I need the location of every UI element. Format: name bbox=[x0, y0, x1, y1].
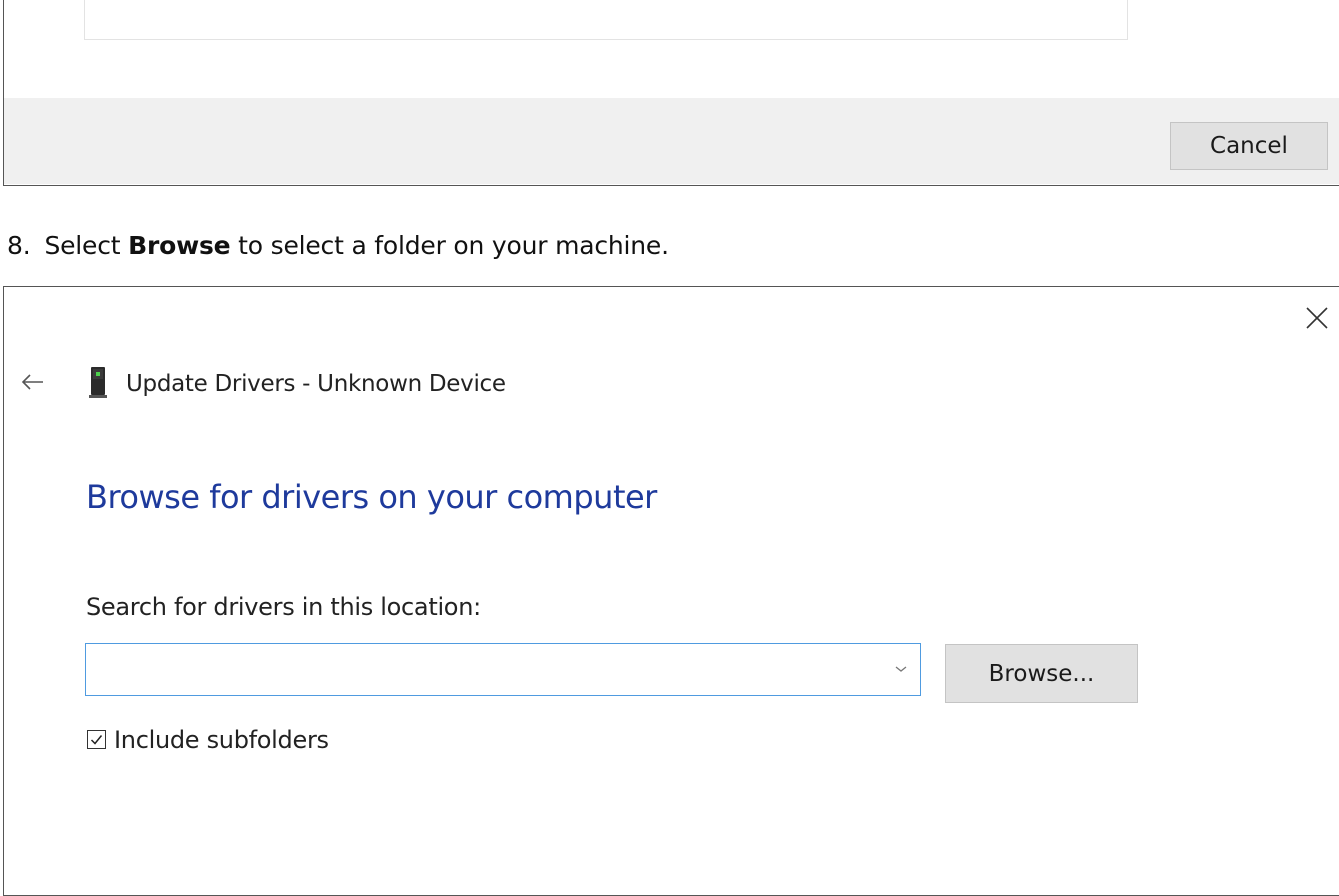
include-subfolders-label[interactable]: Include subfolders bbox=[114, 726, 329, 754]
location-input[interactable] bbox=[86, 644, 866, 695]
step-text-prefix: Select bbox=[44, 231, 129, 260]
page-heading: Browse for drivers on your computer bbox=[86, 478, 657, 516]
step-number: 8. bbox=[7, 231, 31, 260]
close-icon[interactable] bbox=[1302, 303, 1332, 333]
location-combobox[interactable] bbox=[85, 643, 921, 696]
step-text-suffix: to select a folder on your machine. bbox=[230, 231, 669, 260]
previous-dialog: Cancel bbox=[3, 0, 1339, 186]
device-icon bbox=[89, 367, 107, 398]
chevron-down-icon[interactable] bbox=[894, 664, 908, 674]
dialog-title: Update Drivers - Unknown Device bbox=[126, 371, 506, 397]
include-subfolders-checkbox[interactable] bbox=[87, 730, 106, 749]
update-drivers-dialog: Update Drivers - Unknown Device Browse f… bbox=[3, 286, 1339, 896]
browse-button[interactable]: Browse... bbox=[945, 644, 1138, 703]
back-arrow-icon[interactable] bbox=[20, 373, 46, 391]
previous-dialog-content-box bbox=[84, 0, 1128, 40]
step-text-bold: Browse bbox=[128, 231, 231, 260]
search-location-label: Search for drivers in this location: bbox=[86, 593, 481, 621]
previous-dialog-footer: Cancel bbox=[4, 98, 1339, 184]
cancel-button[interactable]: Cancel bbox=[1170, 122, 1328, 170]
step-instruction: 8. Select Browse to select a folder on yo… bbox=[7, 231, 669, 260]
checkmark-icon bbox=[90, 735, 103, 745]
